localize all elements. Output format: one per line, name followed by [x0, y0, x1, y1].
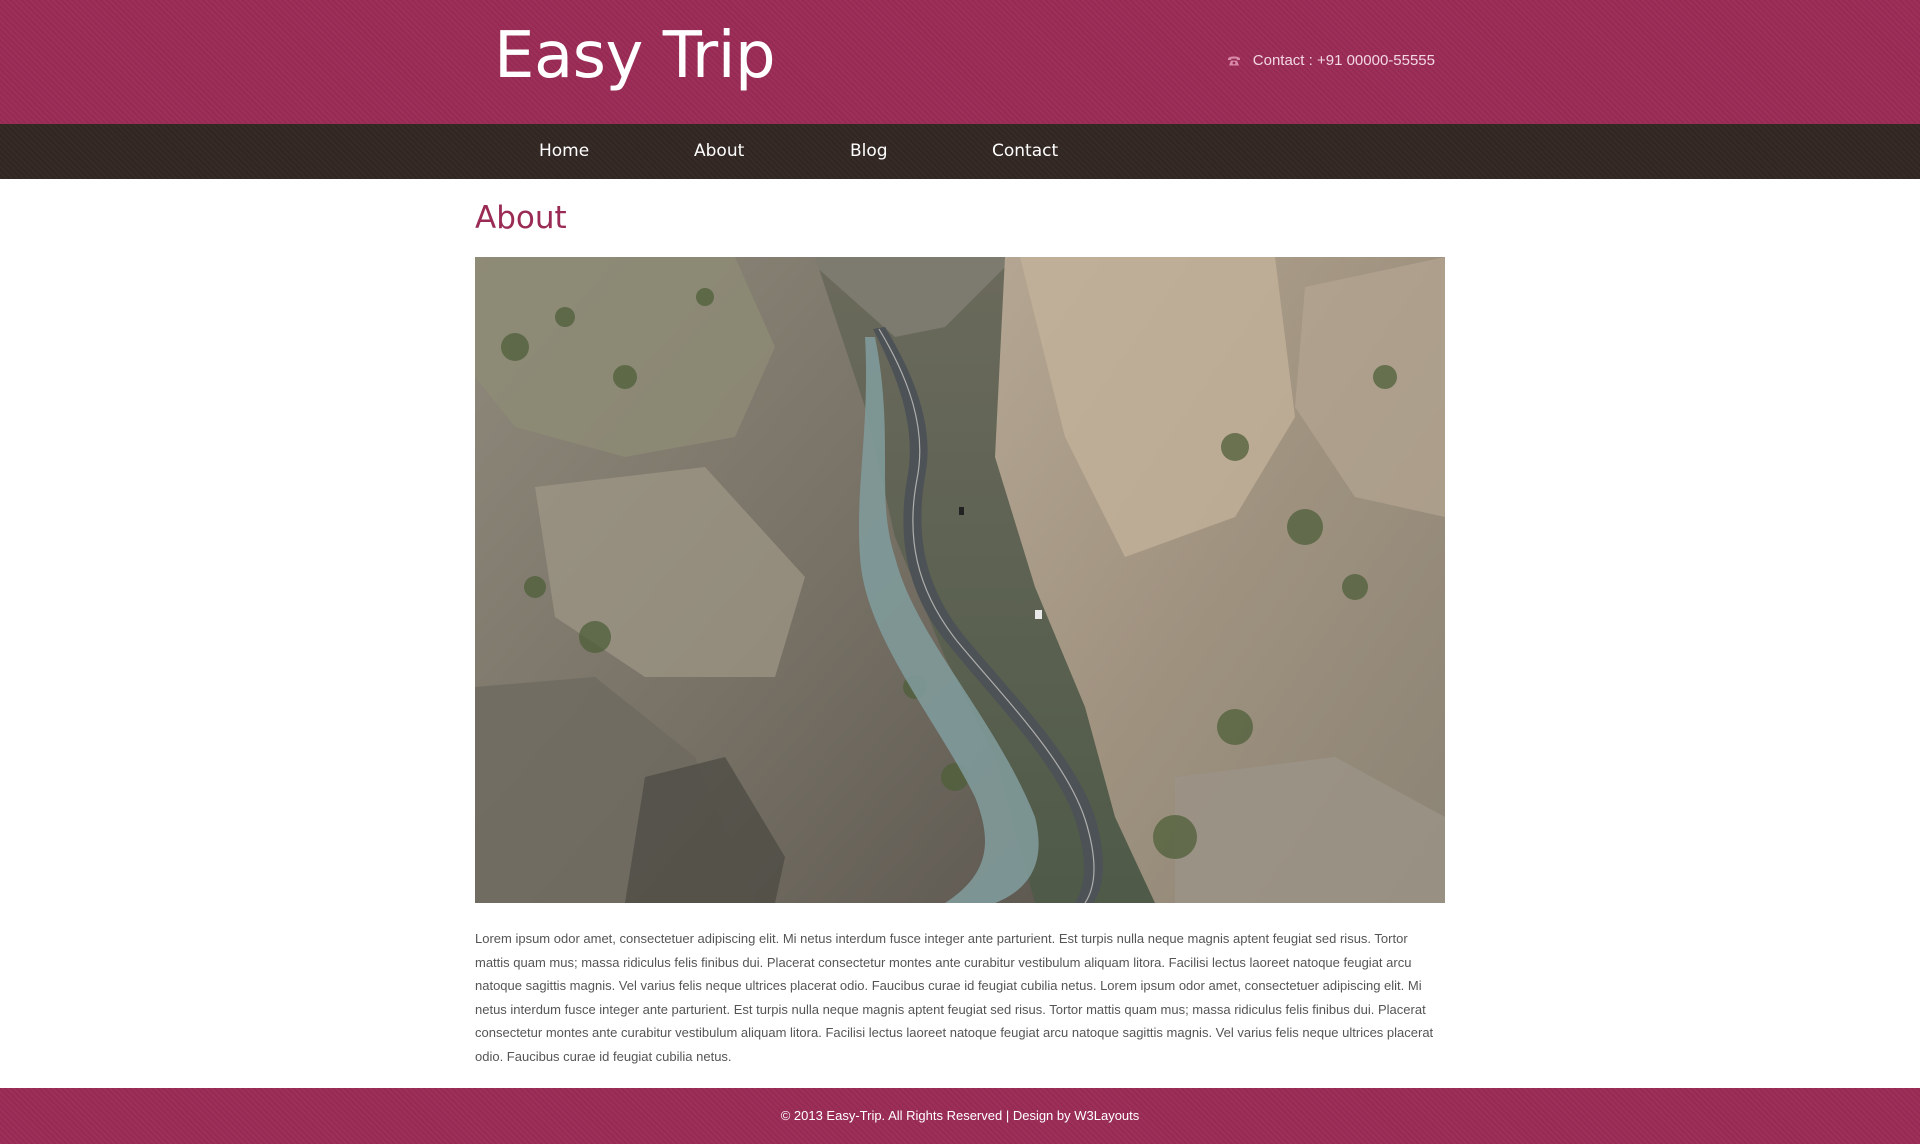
contact-phone-text: Contact : +91 00000-55555 [1252, 52, 1435, 69]
site-logo[interactable]: Easy Trip [494, 14, 776, 98]
header-contact: Contact : +91 00000-55555 [1227, 52, 1435, 69]
about-body-text: Lorem ipsum odor amet, consectetuer adip… [475, 931, 1434, 1064]
page-title: About [475, 200, 567, 236]
canyon-road-photo [475, 257, 1445, 903]
nav-item-contact[interactable]: Contact [992, 124, 1058, 179]
phone-icon [1227, 56, 1241, 66]
nav-item-home[interactable]: Home [539, 124, 589, 179]
nav-item-blog[interactable]: Blog [850, 124, 888, 179]
nav-item-about[interactable]: About [694, 124, 744, 179]
site-footer: © 2013 Easy-Trip. All Rights Reserved | … [0, 1088, 1920, 1144]
footer-copyright: © 2013 Easy-Trip. All Rights Reserved | … [780, 1108, 1140, 1123]
site-header: Easy Trip Contact : +91 00000-55555 [0, 0, 1920, 124]
main-nav: Home About Blog Contact [0, 124, 1920, 179]
